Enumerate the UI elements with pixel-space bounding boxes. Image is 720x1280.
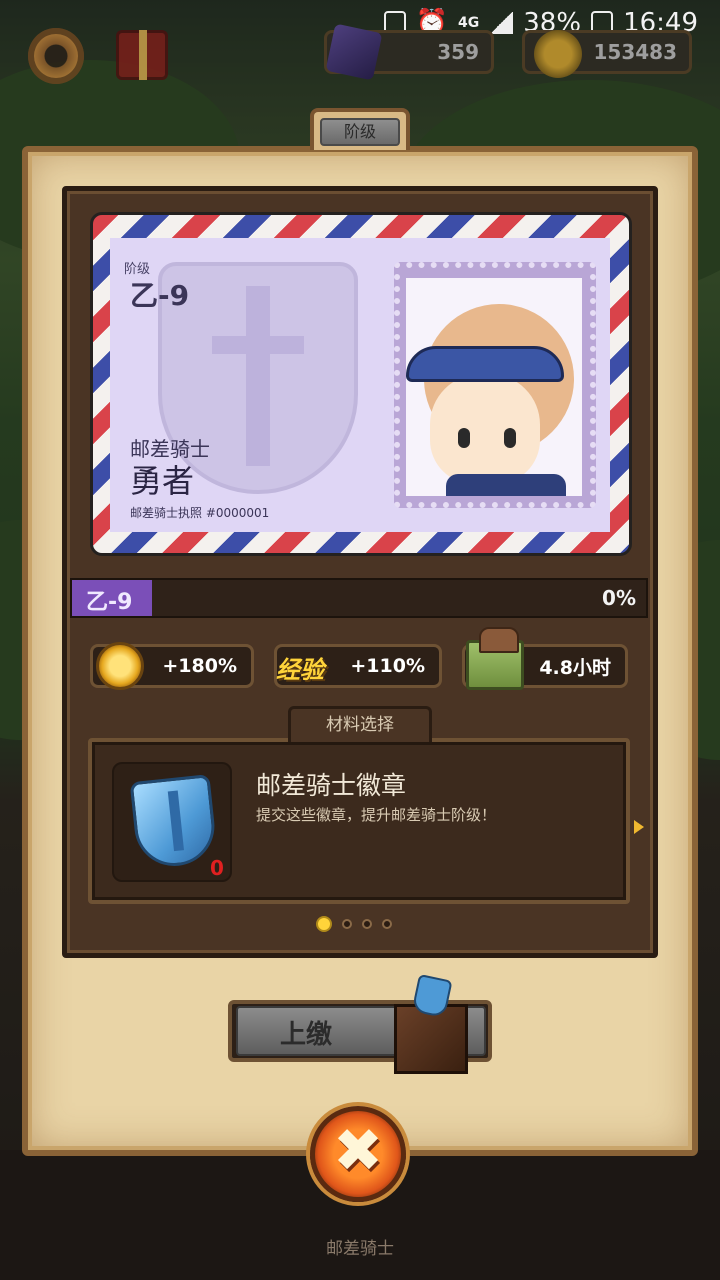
submit-label: 上缴 [280,1020,333,1050]
avatar-face [430,374,540,484]
crate-icon [466,627,524,690]
page-dot[interactable] [382,919,392,929]
coin-hud-icon [534,30,582,78]
progress-percent: 0% [602,586,636,610]
grade-value: 乙-9 [130,279,190,312]
coin-count: 153483 [593,40,678,64]
gear-icon[interactable] [28,28,84,84]
panel-tab-label: 阶级 [320,118,400,146]
page-indicator [316,916,392,932]
rank-progress-bar: 乙-9 0% [70,578,648,618]
rank-title: 勇者 [130,462,195,500]
gem-count: 359 [437,40,479,64]
panel-tab: 阶级 [310,108,410,150]
coin-bonus-value: +180% [162,655,237,677]
material-name: 邮差骑士徽章 [256,771,407,800]
gift-icon[interactable] [116,30,168,80]
avatar-body [446,474,566,496]
close-icon: ✖ [332,1116,384,1186]
avatar-eye [504,428,516,448]
mailbox-icon [394,1004,468,1074]
exp-icon: 经验 [276,656,324,684]
coin-icon [96,642,144,690]
page-dot[interactable] [362,919,372,929]
time-bonus-value: 4.8小时 [539,656,611,679]
material-description: 提交这些徽章，提升邮差骑士阶级！ [256,806,497,824]
footer-label: 邮差骑士 [326,1239,394,1259]
portrait [406,278,582,496]
exp-bonus-value: +110% [350,655,425,677]
material-tab: 材料选择 [288,706,432,742]
license-number: 邮差骑士执照 #0000001 [130,506,270,520]
gem-icon [325,23,383,81]
signal-icon [489,12,514,34]
next-arrow-icon[interactable] [634,820,644,834]
material-count: 0 [210,856,224,880]
avatar-cap [406,346,564,382]
network-type: 4G [458,15,480,31]
progress-grade: 乙-9 [86,590,133,615]
page-dot[interactable] [316,916,332,932]
avatar-eye [458,428,470,448]
page-dot[interactable] [342,919,352,929]
